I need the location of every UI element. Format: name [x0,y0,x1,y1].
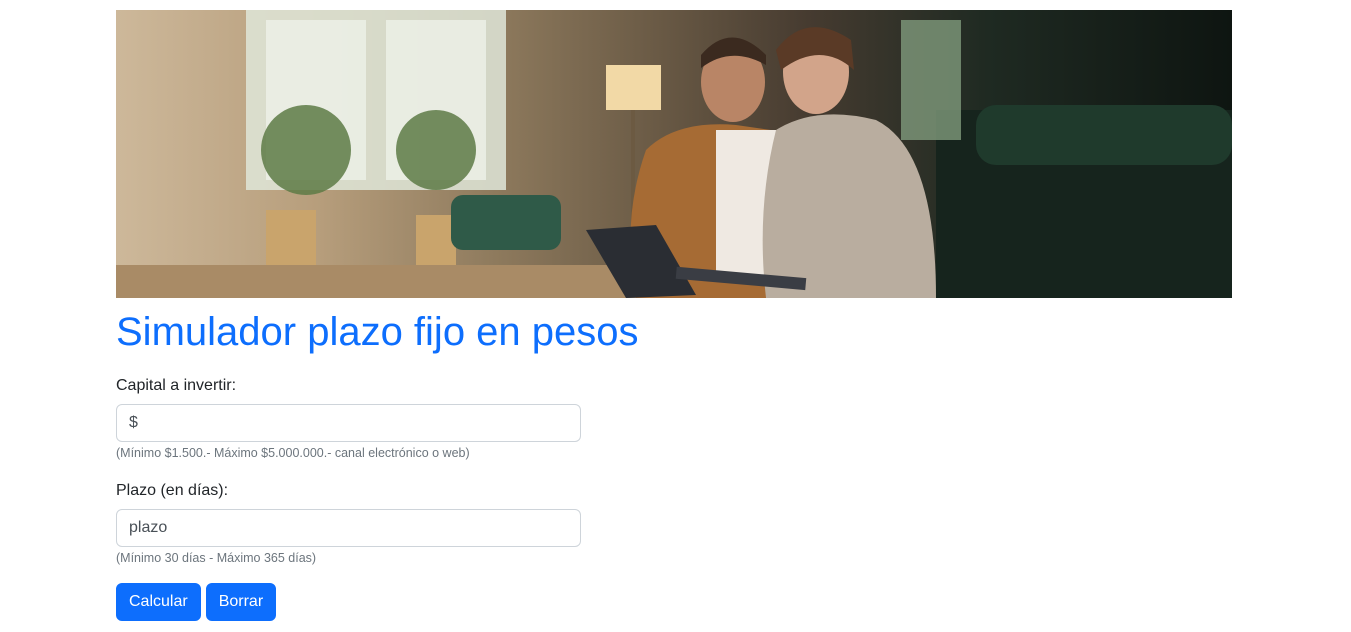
plazo-help-text: (Mínimo 30 días - Máximo 365 días) [116,551,317,565]
plazo-group: Plazo (en días): (Mínimo 30 días - Máxim… [116,481,1232,566]
button-row: Calcular Borrar [116,583,1232,621]
borrar-button[interactable]: Borrar [205,583,277,621]
main-container: Simulador plazo fijo en pesos Capital a … [116,10,1232,621]
plazo-label: Plazo (en días): [116,482,229,499]
hero-photo-illustration [116,10,1232,298]
hero-image [116,10,1232,298]
page-title: Simulador plazo fijo en pesos [116,310,639,354]
capital-help-text: (Mínimo $1.500.- Máximo $5.000.000.- can… [116,446,470,460]
calcular-button[interactable]: Calcular [116,583,201,621]
capital-label: Capital a invertir: [116,377,237,394]
capital-input[interactable] [116,404,581,442]
capital-group: Capital a invertir: (Mínimo $1.500.- Máx… [116,376,1232,461]
plazo-input[interactable] [116,509,581,547]
